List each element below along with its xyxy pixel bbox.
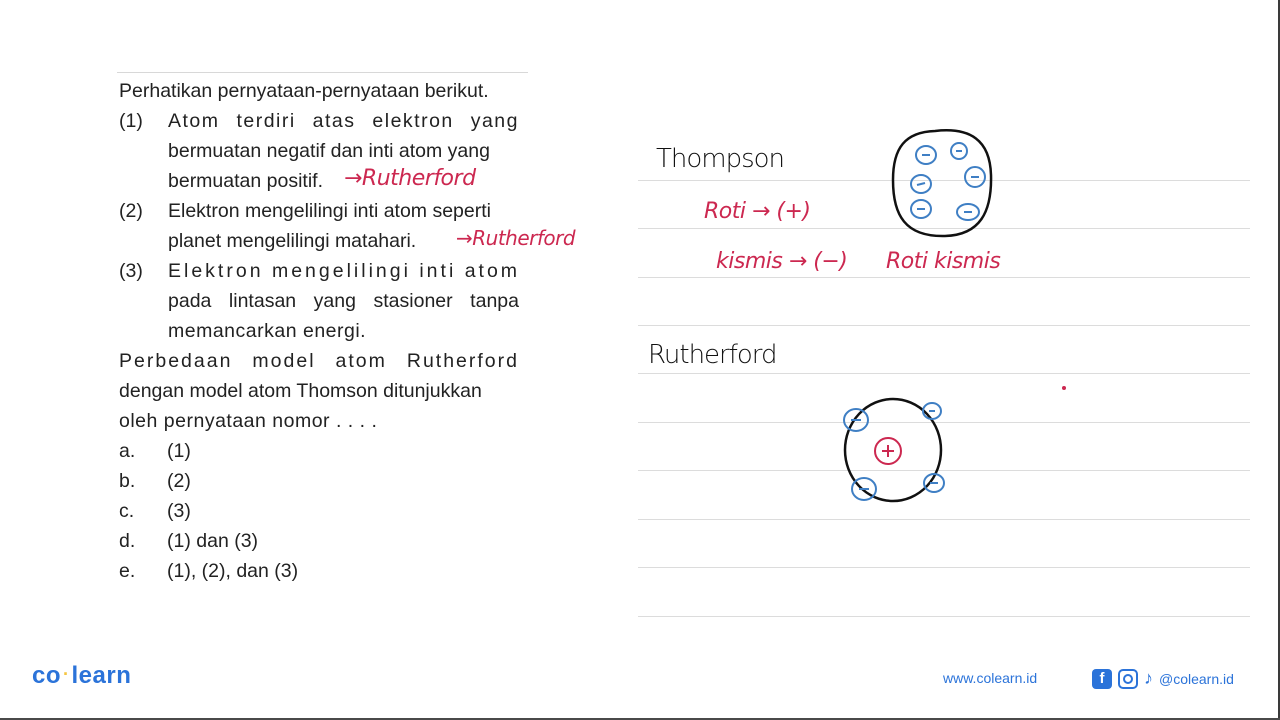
website-link[interactable]: www.colearn.id bbox=[943, 670, 1037, 686]
tiktok-icon[interactable]: ♪ bbox=[1144, 668, 1153, 689]
social-handle: @colearn.id bbox=[1159, 670, 1234, 687]
logo-text-co: co bbox=[32, 662, 62, 689]
facebook-icon[interactable]: f bbox=[1092, 668, 1112, 689]
instagram-icon[interactable] bbox=[1118, 668, 1138, 689]
atom-drawings bbox=[843, 129, 1066, 503]
rutherford-nucleus bbox=[874, 437, 902, 465]
stray-ink-dot bbox=[1062, 386, 1066, 390]
logo-dot: · bbox=[63, 664, 70, 684]
thomson-atom-diagram bbox=[891, 129, 993, 238]
thomson-atom-outline bbox=[891, 129, 993, 238]
minus-sign bbox=[916, 182, 926, 186]
social-links: f ♪ @colearn.id bbox=[1092, 668, 1234, 689]
colearn-logo: co ·learn bbox=[32, 662, 131, 690]
rutherford-atom-diagram bbox=[843, 397, 945, 503]
logo-text-learn: learn bbox=[71, 662, 132, 689]
